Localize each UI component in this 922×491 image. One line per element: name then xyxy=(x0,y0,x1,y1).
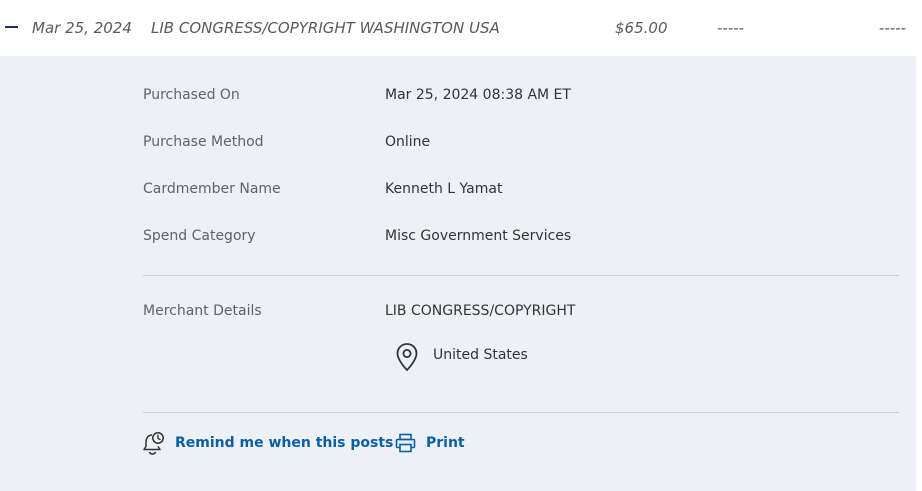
transaction-date: Mar 25, 2024 xyxy=(32,19,132,37)
transaction-details-panel: Purchased On Mar 25, 2024 08:38 AM ET Pu… xyxy=(0,56,916,491)
merchant-name: LIB CONGRESS/COPYRIGHT xyxy=(385,303,576,319)
divider xyxy=(143,412,899,413)
purchase-method-label: Purchase Method xyxy=(143,134,264,150)
cardmember-name-value: Kenneth L Yamat xyxy=(385,181,503,197)
printer-icon xyxy=(395,433,416,453)
transaction-column-b: ----- xyxy=(878,19,906,37)
merchant-details-label: Merchant Details xyxy=(143,303,262,319)
remind-me-label: Remind me when this posts xyxy=(175,435,394,451)
transaction-column-a: ----- xyxy=(717,19,745,37)
purchase-method-value: Online xyxy=(385,134,431,150)
spend-category-label: Spend Category xyxy=(143,228,256,244)
cardmember-name-label: Cardmember Name xyxy=(143,181,281,197)
purchased-on-label: Purchased On xyxy=(143,87,240,103)
print-button[interactable]: Print xyxy=(395,431,465,455)
collapse-toggle[interactable] xyxy=(5,26,18,28)
remind-me-button[interactable]: Remind me when this posts xyxy=(142,431,393,455)
transaction-row[interactable]: Mar 25, 2024 LIB CONGRESS/COPYRIGHT WASH… xyxy=(0,0,922,56)
location-pin-icon xyxy=(396,343,418,372)
spend-category-value: Misc Government Services xyxy=(385,228,572,244)
purchased-on-value: Mar 25, 2024 08:38 AM ET xyxy=(385,87,571,103)
bell-clock-icon xyxy=(143,432,164,455)
transaction-amount: $65.00 xyxy=(615,19,668,37)
transaction-description: LIB CONGRESS/COPYRIGHT WASHINGTON USA xyxy=(151,19,500,37)
merchant-location: United States xyxy=(433,347,528,363)
divider xyxy=(143,275,899,276)
print-label: Print xyxy=(426,435,465,451)
